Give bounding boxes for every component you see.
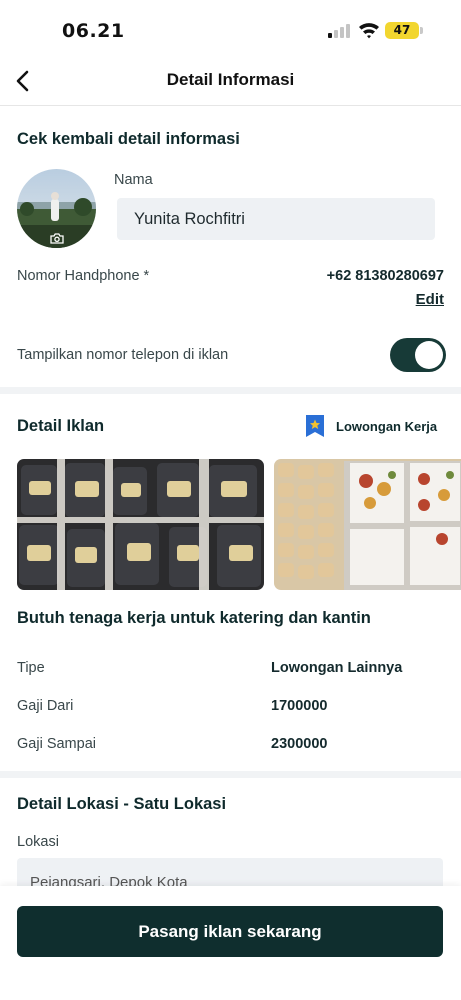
show-phone-label: Tampilkan nomor telepon di iklan [17, 347, 229, 363]
phone-label: Nomor Handphone * [17, 268, 150, 284]
name-field[interactable] [117, 198, 435, 240]
detail-label-salary-to: Gaji Sampai [17, 736, 96, 752]
location-section-title: Detail Lokasi - Satu Lokasi [17, 795, 227, 813]
ad-photo-1[interactable] [17, 459, 264, 590]
show-phone-toggle[interactable] [390, 338, 446, 372]
page-title: Detail Informasi [166, 70, 295, 89]
detail-label-type: Tipe [17, 660, 45, 676]
category-badge: Lowongan Kerja [305, 414, 437, 438]
detail-value-salary-to: 2300000 [271, 736, 328, 752]
change-photo-camera-icon[interactable] [47, 230, 67, 246]
toggle-knob [415, 341, 443, 369]
post-ad-button[interactable]: Pasang iklan sekarang [17, 906, 443, 957]
bookmark-star-icon [306, 415, 324, 437]
location-label: Lokasi [17, 834, 59, 850]
status-bar: 06.21 47 [0, 0, 461, 60]
battery-cap [420, 27, 423, 34]
ad-photo-1-image [17, 459, 264, 590]
detail-value-salary-from: 1700000 [271, 698, 328, 714]
camera-icon [50, 232, 64, 244]
wifi-icon [359, 23, 379, 39]
section-divider [0, 771, 461, 778]
detail-label-salary-from: Gaji Dari [17, 698, 74, 714]
edit-phone-link[interactable]: Edit [416, 291, 444, 308]
section-divider [0, 387, 461, 394]
detail-value-type: Lowongan Lainnya [271, 660, 403, 676]
bottom-action-bar: Pasang iklan sekarang [0, 886, 461, 1000]
ad-headline: Butuh tenaga kerja untuk katering dan ka… [17, 609, 371, 627]
phone-value: +62 81380280697 [326, 268, 444, 284]
status-time: 06.21 [62, 20, 125, 42]
ad-section-title: Detail Iklan [17, 417, 105, 435]
ad-photo-2[interactable] [274, 459, 461, 590]
category-label: Lowongan Kerja [336, 418, 438, 434]
nav-bar: Detail Informasi [0, 60, 461, 106]
cellular-signal-icon [328, 24, 350, 38]
name-label: Nama [114, 172, 153, 188]
profile-section-title: Cek kembali detail informasi [17, 130, 240, 148]
ad-photo-2-image [274, 459, 461, 590]
battery-indicator: 47 [385, 22, 419, 39]
